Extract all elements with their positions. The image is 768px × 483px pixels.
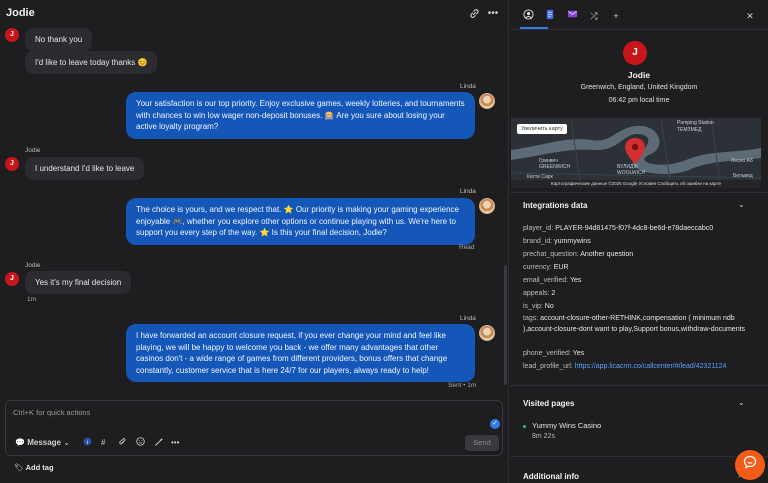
message-bubble: Yes it's my final decision xyxy=(25,271,132,294)
message-time: 1m xyxy=(27,296,37,303)
magic-wand-icon[interactable] xyxy=(154,437,164,449)
field-tags: tags: account-closure-other-RETHINK,comp… xyxy=(523,315,746,333)
chat-launcher-button[interactable] xyxy=(735,450,765,480)
brand-id-value: yummywins xyxy=(554,238,591,245)
agent-avatar xyxy=(479,325,495,341)
tab-notes[interactable] xyxy=(543,9,557,23)
message-input[interactable]: Ctrl+K for quick actions xyxy=(13,408,90,417)
section-title-integrations[interactable]: Integrations data xyxy=(523,201,587,210)
more-tools-icon[interactable]: ••• xyxy=(171,437,179,449)
sent-status: Sent • 1m xyxy=(448,382,477,389)
map-attribution: Картографические данные ©2025 Google Усл… xyxy=(511,180,761,188)
profile-location: Greenwich, England, United Kingdom xyxy=(580,84,698,91)
svg-text:i: i xyxy=(87,440,88,446)
tab-mail[interactable] xyxy=(565,9,579,23)
field-appeals: appeals: 2 xyxy=(523,290,556,297)
divider xyxy=(510,456,768,457)
map-label: Бельвед xyxy=(733,173,753,179)
phone-verified-value: Yes xyxy=(572,350,585,357)
enlarge-map-button[interactable]: Увеличить карту xyxy=(517,124,567,134)
section-title-visited[interactable]: Visited pages xyxy=(523,399,574,408)
hashtag-icon[interactable]: # xyxy=(101,437,105,449)
scrollbar[interactable] xyxy=(504,265,507,385)
divider xyxy=(510,29,768,30)
profile-name: Jodie xyxy=(627,70,651,80)
sender-name: Linda xyxy=(460,83,476,90)
add-tag-label: Add tag xyxy=(25,463,54,472)
profile-avatar: J xyxy=(623,41,647,65)
sender-name: Jodie xyxy=(25,262,41,269)
details-panel: ⤮ + ✕ J Jodie Greenwich, England, United… xyxy=(510,0,768,483)
message-mode-select[interactable]: 💬 Message ⌄ xyxy=(15,437,70,449)
player-id-value: PLAYER-94d81475-f07f-4dc8-be6d-e78daecca… xyxy=(555,225,714,232)
emoji-icon[interactable] xyxy=(136,437,145,449)
info-icon[interactable]: i xyxy=(83,437,92,449)
tab-shuffle[interactable]: ⤮ xyxy=(587,9,601,23)
message-bubble: Your satisfaction is our top priority. E… xyxy=(126,92,475,139)
field-brand-id: brand_id: yummywins xyxy=(523,238,591,245)
message-bubble: The choice is yours, and we respect that… xyxy=(126,198,475,245)
chevron-down-icon[interactable]: ⌄ xyxy=(738,398,745,407)
add-tag-button[interactable]: 🏷 Add tag xyxy=(14,463,54,472)
tags-value: account-closure-other-RETHINK,compensati… xyxy=(523,315,746,333)
link-icon[interactable] xyxy=(468,8,480,20)
profile-local-time: 06:42 pm local time xyxy=(608,97,670,104)
chat-title: Jodie xyxy=(6,7,35,19)
field-player-id: player_id: PLAYER-94d81475-f07f-4dc8-be6… xyxy=(523,225,714,232)
map-label: ТЕМЗМЕД xyxy=(677,127,702,133)
sender-name: Linda xyxy=(460,188,476,195)
agent-avatar xyxy=(479,198,495,214)
chat-header: Jodie ••• xyxy=(0,0,509,28)
visited-page-time: 8m 22s xyxy=(532,433,555,440)
visited-page-name: Yummy Wins Casino xyxy=(532,421,602,430)
field-phone-verified: phone_verified: Yes xyxy=(523,350,585,357)
online-dot-icon xyxy=(523,425,526,428)
email-verified-value: Yes xyxy=(569,277,582,284)
tab-profile[interactable] xyxy=(521,9,535,23)
field-email-verified: email_verified: Yes xyxy=(523,277,582,284)
appeals-value: 2 xyxy=(551,290,556,297)
chevron-down-icon[interactable]: ⌄ xyxy=(738,200,745,209)
message-list: J No thank you I'd like to leave today t… xyxy=(0,28,509,398)
more-options-icon[interactable]: ••• xyxy=(487,8,499,20)
add-tab-icon[interactable]: + xyxy=(609,9,623,23)
composer[interactable]: Ctrl+K for quick actions ✓ xyxy=(5,400,503,456)
avatar: J xyxy=(5,157,19,171)
chat-bubble-icon: 💬 xyxy=(15,438,25,447)
avatar: J xyxy=(5,272,19,286)
close-icon[interactable]: ✕ xyxy=(743,9,757,23)
read-status: Read xyxy=(459,244,475,251)
map-label: Pumping Station xyxy=(677,120,714,126)
field-prechat-question: prechat_question: Another question xyxy=(523,251,634,258)
field-currency: currency: EUR xyxy=(523,264,569,271)
message-bubble: I understand I'd like to leave xyxy=(25,157,145,180)
send-button[interactable]: Send xyxy=(465,435,499,451)
agent-avatar xyxy=(479,93,495,109)
avatar: J xyxy=(5,28,19,42)
message-mode-label: Message xyxy=(27,438,61,447)
map-label: ВУЛИДЖ WOOLWICH xyxy=(617,164,646,176)
location-map[interactable]: Увеличить карту Pumping Station ТЕМЗМЕД … xyxy=(511,118,761,188)
tag-icon: 🏷 xyxy=(14,463,24,472)
currency-value: EUR xyxy=(553,264,569,271)
section-title-additional[interactable]: Additional info xyxy=(523,472,579,481)
lead-profile-link[interactable]: https://app.licacrm.co/callcenter/#/lead… xyxy=(575,363,727,370)
divider xyxy=(510,385,768,386)
map-label: Гринвич GREENWICH xyxy=(539,158,571,170)
field-is-vip: is_vip: No xyxy=(523,303,554,310)
attachment-icon[interactable] xyxy=(118,437,127,449)
map-label: Лесно Аб xyxy=(731,158,753,164)
is-vip-value: No xyxy=(544,303,554,310)
sender-name: Linda xyxy=(460,315,476,322)
check-icon: ✓ xyxy=(490,419,500,429)
divider xyxy=(510,192,768,193)
message-bubble: No thank you xyxy=(25,28,93,51)
sender-name: Jodie xyxy=(25,147,41,154)
message-bubble: I'd like to leave today thanks 😊 xyxy=(25,51,158,74)
message-bubble: I have forwarded an account closure requ… xyxy=(126,324,475,382)
chevron-down-icon: ⌄ xyxy=(63,438,70,447)
prechat-question-value: Another question xyxy=(580,251,634,258)
chat-panel: Jodie ••• J No thank you I'd like to lea… xyxy=(0,0,509,483)
field-lead-profile-url: lead_profile_url: https://app.licacrm.co… xyxy=(523,363,727,370)
